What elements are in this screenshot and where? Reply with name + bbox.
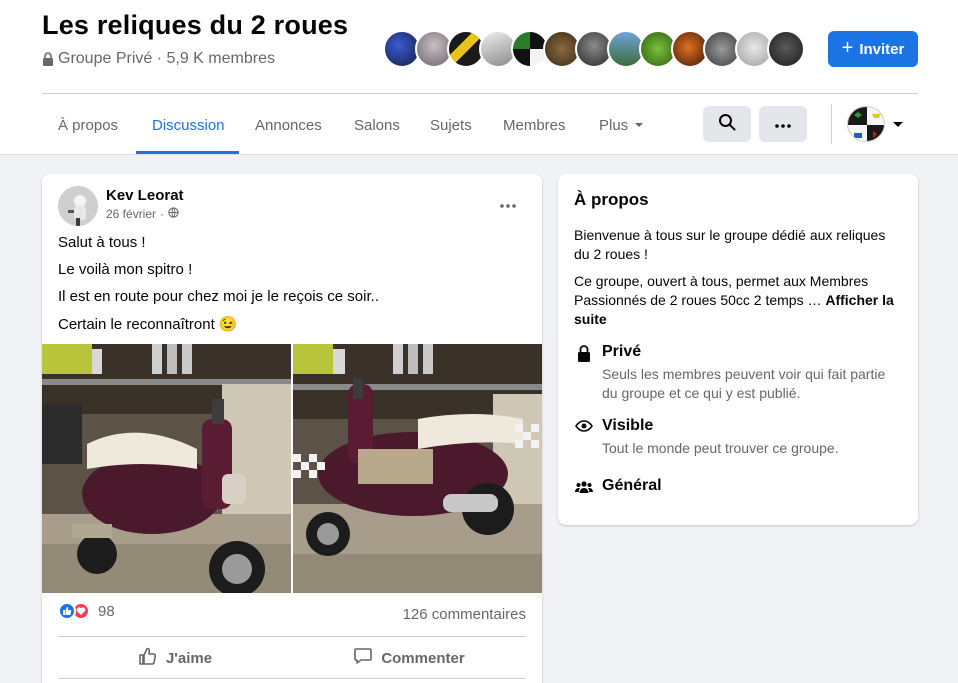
account-avatar[interactable] (847, 106, 885, 142)
invite-button[interactable]: + Inviter (828, 31, 918, 67)
post-text-line: Le voilà mon spitro ! (58, 261, 193, 278)
post-author[interactable]: Kev Leorat (106, 187, 184, 204)
tab-label: Sujets (430, 116, 472, 134)
search-button[interactable] (703, 106, 751, 142)
lock-icon (42, 52, 54, 66)
post-text-line: Certain le reconnaîtront 😉 (58, 316, 238, 333)
tab-discussion[interactable]: Discussion (152, 95, 225, 155)
tab-label: Discussion (152, 116, 225, 134)
post-photo[interactable] (42, 344, 291, 593)
caret-down-icon (634, 120, 644, 131)
caret-down-icon[interactable] (892, 118, 904, 130)
post-text-line: Salut à tous ! (58, 234, 146, 251)
about-card: À propos Bienvenue à tous sur le groupe … (558, 174, 918, 525)
privacy-title: Privé (602, 343, 642, 360)
about-title: À propos (574, 190, 649, 209)
visibility-title: Visible (602, 417, 654, 434)
post-author-avatar[interactable] (58, 186, 98, 226)
about-intro: Bienvenue à tous sur le groupe dédié aux… (574, 227, 886, 262)
privacy-description: Seuls les membres peuvent voir qui fait … (602, 366, 886, 401)
post-options-button[interactable] (494, 192, 522, 216)
like-button[interactable]: J'aime (58, 640, 292, 676)
visibility-description: Tout le monde peut trouver ce groupe. (602, 440, 839, 456)
more-horizontal-icon (775, 115, 791, 133)
tab-a-propos[interactable]: À propos (58, 95, 118, 155)
comment-button[interactable]: Commenter (292, 640, 526, 676)
reaction-count: 98 (98, 602, 115, 620)
member-avatars[interactable] (383, 30, 806, 68)
post-photo[interactable] (293, 344, 542, 593)
eye-icon (574, 416, 594, 436)
group-privacy-and-members[interactable]: Groupe Privé · 5,9 K membres (58, 50, 275, 68)
comments-count[interactable]: 126 commentaires (403, 606, 526, 623)
tab-membres[interactable]: Membres (503, 95, 566, 155)
header-divider (42, 93, 918, 94)
divider (58, 636, 526, 637)
people-icon (574, 477, 594, 497)
tab-label: À propos (58, 116, 119, 134)
post-date[interactable]: 26 février (106, 207, 156, 221)
tab-label: Plus (599, 116, 629, 134)
group-header: Les reliques du 2 roues Groupe Privé · 5… (0, 0, 958, 155)
reactions-summary[interactable]: 98 (58, 602, 115, 620)
group-title: Les reliques du 2 roues (42, 10, 349, 40)
more-options-button[interactable] (759, 106, 807, 142)
tab-sujets[interactable]: Sujets (430, 95, 472, 155)
member-avatar[interactable] (767, 30, 805, 68)
tab-plus[interactable]: Plus (599, 95, 644, 155)
toolbar-divider (831, 104, 832, 144)
comment-label: Commenter (381, 649, 465, 667)
group-meta: Groupe Privé · 5,9 K membres (42, 50, 275, 68)
tab-label: Salons (354, 116, 400, 134)
comment-icon (353, 646, 373, 670)
plus-icon: + (841, 37, 854, 59)
thumbs-up-icon (138, 646, 158, 670)
lock-icon (574, 343, 594, 363)
tab-label: Membres (503, 116, 566, 134)
more-horizontal-icon (500, 195, 516, 213)
tab-annonces[interactable]: Annonces (255, 95, 322, 155)
active-tab-indicator (136, 151, 239, 154)
like-label: J'aime (165, 649, 213, 667)
globe-icon (168, 207, 179, 221)
invite-label: Inviter (859, 40, 905, 58)
divider (58, 678, 526, 679)
post-text-line: Il est en route pour chez moi je le reço… (58, 288, 379, 305)
tab-salons[interactable]: Salons (354, 95, 400, 155)
group-type-title: Général (602, 477, 662, 494)
post-card: Kev Leorat 26 février · Salut à tous ! L… (42, 174, 542, 683)
search-icon (718, 113, 736, 136)
like-reaction-icon (58, 602, 76, 620)
about-description: Ce groupe, ouvert à tous, permet aux Mem… (574, 272, 904, 329)
tab-label: Annonces (255, 116, 322, 134)
post-meta: 26 février · (106, 207, 179, 221)
